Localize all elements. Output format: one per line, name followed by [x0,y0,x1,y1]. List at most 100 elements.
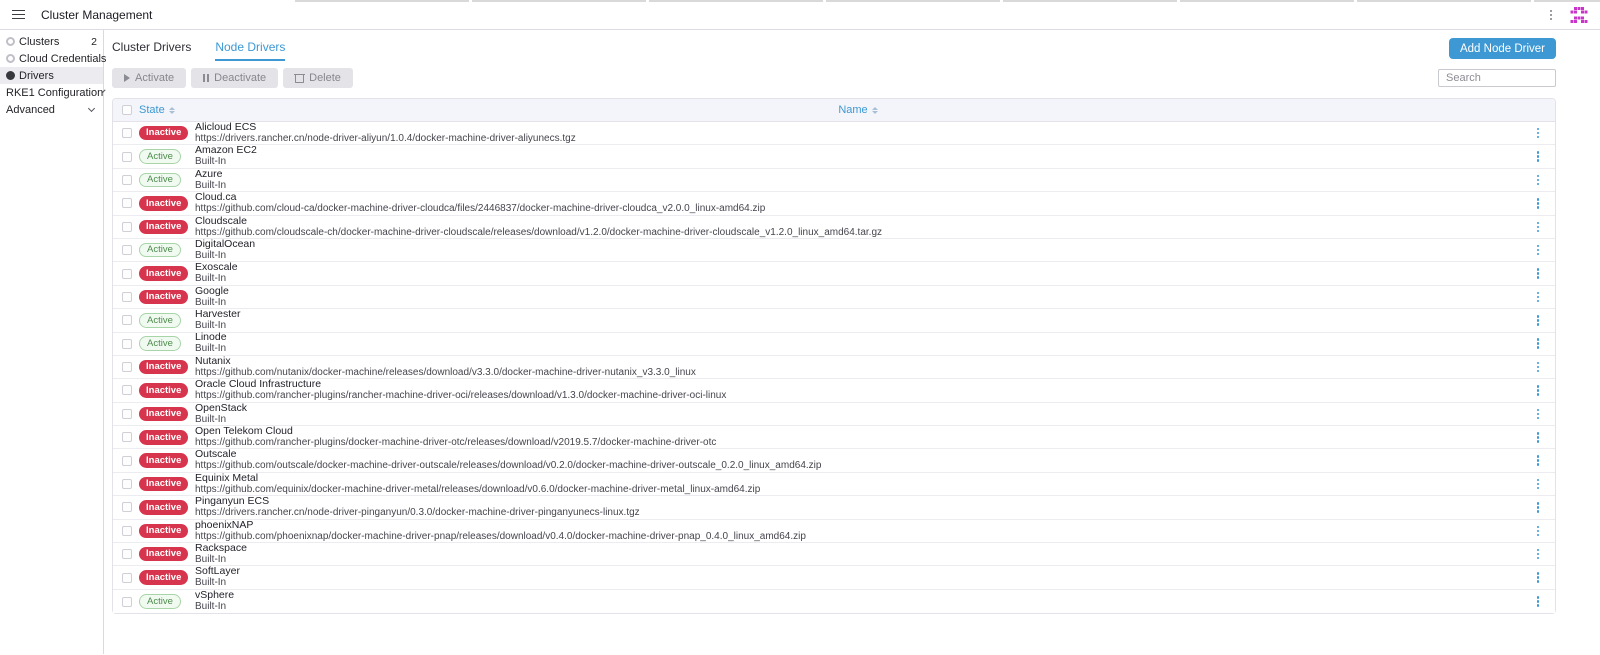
select-all-checkbox[interactable] [122,105,132,115]
row-actions-kebab-icon[interactable] [1534,546,1543,563]
status-badge: Active [139,594,181,609]
drivers-icon [6,71,15,80]
menu-hamburger-icon[interactable] [12,10,25,20]
sidebar-item-drivers[interactable]: Drivers [0,67,103,84]
name-column-label: Name [838,104,867,116]
row-actions-kebab-icon[interactable] [1534,148,1543,165]
column-header-state[interactable]: State [139,104,175,116]
table-row: Inactive Equinix Metal https://github.co… [113,473,1555,496]
row-actions-kebab-icon[interactable] [1534,452,1543,469]
status-badge: Inactive [139,453,188,468]
sidebar-item-advanced[interactable]: Advanced [0,101,103,118]
row-actions-kebab-icon[interactable] [1534,195,1543,212]
driver-name: Oracle Cloud Infrastructure [195,379,1521,390]
row-checkbox[interactable] [122,175,132,185]
row-checkbox[interactable] [122,597,132,607]
driver-detail: Built-In [195,555,1521,566]
tab-cluster-drivers[interactable]: Cluster Drivers [112,40,191,61]
state-column-label: State [139,104,165,116]
table-row: Inactive Outscale https://github.com/out… [113,449,1555,472]
driver-name: Cloudscale [195,216,1521,227]
row-actions-kebab-icon[interactable] [1534,382,1543,399]
row-checkbox[interactable] [122,315,132,325]
row-checkbox[interactable] [122,432,132,442]
driver-detail: Built-In [195,274,1521,285]
row-checkbox[interactable] [122,549,132,559]
driver-detail: https://drivers.rancher.cn/node-driver-p… [195,508,1521,519]
status-badge: Inactive [139,360,188,375]
cloud-credentials-icon [6,54,15,63]
row-actions-kebab-icon[interactable] [1534,335,1543,352]
activate-button[interactable]: Activate [112,68,186,88]
row-actions-kebab-icon[interactable] [1534,172,1543,189]
row-checkbox[interactable] [122,198,132,208]
row-checkbox[interactable] [122,573,132,583]
table-row: Inactive SoftLayer Built-In [113,566,1555,589]
row-checkbox[interactable] [122,502,132,512]
driver-detail: Built-In [195,344,1521,355]
row-actions-kebab-icon[interactable] [1534,289,1543,306]
driver-name: DigitalOcean [195,239,1521,250]
delete-button[interactable]: Delete [283,68,353,88]
status-badge: Active [139,149,181,164]
table-row: Inactive Exoscale Built-In [113,262,1555,285]
sidebar-item-cloud-credentials[interactable]: Cloud Credentials [0,50,103,67]
delete-button-label: Delete [309,72,341,84]
avatar[interactable] [1570,7,1588,23]
row-checkbox[interactable] [122,362,132,372]
table-row: Inactive Alicloud ECS https://drivers.ra… [113,122,1555,145]
row-checkbox[interactable] [122,245,132,255]
row-actions-kebab-icon[interactable] [1534,359,1543,376]
driver-table-body: Inactive Alicloud ECS https://drivers.ra… [113,122,1555,613]
tab-node-drivers[interactable]: Node Drivers [215,40,285,61]
add-node-driver-button[interactable]: Add Node Driver [1449,38,1556,59]
sidebar-item-clusters[interactable]: Clusters 2 [0,33,103,50]
row-actions-kebab-icon[interactable] [1534,265,1543,282]
status-badge: Active [139,173,181,188]
row-actions-kebab-icon[interactable] [1534,593,1543,610]
sidebar: Clusters 2 Cloud Credentials Drivers RKE… [0,30,104,654]
status-badge: Inactive [139,196,188,211]
row-checkbox[interactable] [122,269,132,279]
row-actions-kebab-icon[interactable] [1534,476,1543,493]
status-badge: Active [139,336,181,351]
table-row: Inactive Pinganyun ECS https://drivers.r… [113,496,1555,519]
row-actions-kebab-icon[interactable] [1534,569,1543,586]
row-checkbox[interactable] [122,222,132,232]
deactivate-button[interactable]: Deactivate [191,68,278,88]
tab-bar: Cluster Drivers Node Drivers [112,40,1556,61]
row-checkbox[interactable] [122,339,132,349]
driver-name: Pinganyun ECS [195,496,1521,507]
deactivate-button-label: Deactivate [214,72,266,84]
header-kebab-menu-icon[interactable] [1548,8,1554,22]
row-checkbox[interactable] [122,152,132,162]
row-actions-kebab-icon[interactable] [1534,429,1543,446]
driver-detail: https://github.com/rancher-plugins/docke… [195,438,1521,449]
row-checkbox[interactable] [122,479,132,489]
row-checkbox[interactable] [122,292,132,302]
row-checkbox[interactable] [122,128,132,138]
driver-name: Harvester [195,309,1521,320]
row-actions-kebab-icon[interactable] [1534,406,1543,423]
row-actions-kebab-icon[interactable] [1534,523,1543,540]
sidebar-item-label: Drivers [19,70,54,82]
row-checkbox[interactable] [122,456,132,466]
row-actions-kebab-icon[interactable] [1534,312,1543,329]
row-actions-kebab-icon[interactable] [1534,499,1543,516]
row-actions-kebab-icon[interactable] [1534,242,1543,259]
driver-name: Google [195,286,1521,297]
node-drivers-table: State Name Inactive Alicloud ECS https:/… [112,98,1556,614]
driver-detail: https://drivers.rancher.cn/node-driver-a… [195,134,1521,145]
bulk-actions-toolbar: Activate Deactivate Delete [112,68,1556,88]
search-input[interactable] [1438,69,1556,87]
row-actions-kebab-icon[interactable] [1534,125,1543,142]
status-badge: Inactive [139,547,188,562]
column-header-name[interactable]: Name [838,104,877,116]
activate-button-label: Activate [135,72,174,84]
row-checkbox[interactable] [122,385,132,395]
row-checkbox[interactable] [122,409,132,419]
sidebar-item-rke1-configuration[interactable]: RKE1 Configuration [0,84,103,101]
driver-name: Rackspace [195,543,1521,554]
row-actions-kebab-icon[interactable] [1534,219,1543,236]
row-checkbox[interactable] [122,526,132,536]
